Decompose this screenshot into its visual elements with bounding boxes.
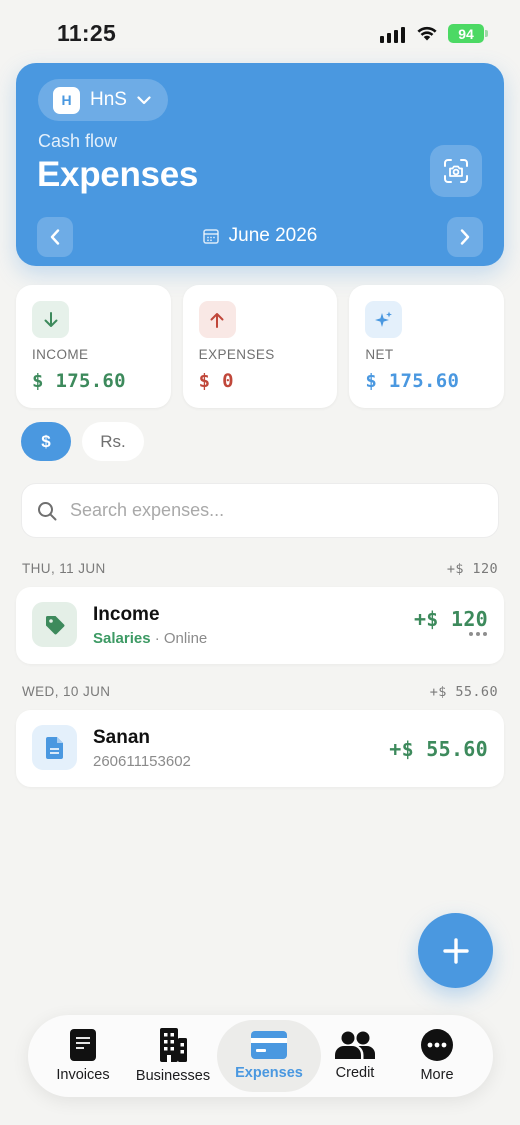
expenses-value: $ 0 (198, 370, 234, 392)
transaction-amount: +$ 55.60 (389, 737, 488, 761)
net-label: NET (365, 347, 394, 362)
arrow-down-icon (32, 301, 69, 338)
day-total: +$ 55.60 (429, 684, 498, 700)
chevron-down-icon (137, 95, 151, 104)
transaction-row[interactable]: Sanan 260611153602 +$ 55.60 (16, 710, 504, 787)
card-icon (251, 1031, 287, 1059)
business-name: HnS (90, 89, 127, 110)
transaction-method: Online (163, 630, 208, 647)
tag-icon (32, 602, 77, 647)
battery-level: 94 (458, 25, 474, 42)
calendar-icon (202, 229, 219, 244)
tab-label: Invoices (56, 1067, 110, 1083)
document-icon (32, 725, 77, 770)
transaction-amount: +$ 120 (413, 607, 488, 631)
sparkle-icon (365, 301, 403, 338)
people-icon (335, 1031, 375, 1059)
expenses-label: EXPENSES (198, 347, 275, 362)
arrow-up-icon (198, 301, 236, 338)
page-title: Expenses (37, 155, 199, 194)
net-value: $ 175.60 (365, 370, 460, 392)
summary-cards: INCOME $ 175.60 EXPENSES $ 0 NET $ 175.6… (16, 285, 505, 408)
tab-invoices[interactable]: Invoices (35, 1015, 131, 1097)
currency-chip-usd[interactable]: $ (21, 422, 71, 461)
bottom-tab-bar: Invoices Businesses Expenses Credit More (28, 1015, 493, 1097)
day-date: THU, 11 JUN (22, 561, 106, 576)
page-kicker: Cash flow (38, 131, 118, 151)
search-bar (21, 483, 499, 538)
transaction-row[interactable]: Income Salaries · Online +$ 120 (16, 587, 504, 664)
plus-icon (442, 937, 469, 964)
more-options-icon[interactable] (469, 632, 487, 636)
day-header: THU, 11 JUN +$ 120 (22, 561, 498, 577)
building-icon (160, 1028, 187, 1062)
add-expense-button[interactable] (418, 913, 493, 988)
status-bar: 11:25 94 (0, 0, 520, 62)
net-card[interactable]: NET $ 175.60 (349, 285, 505, 408)
chevron-right-icon (460, 229, 470, 245)
camera-scan-icon (444, 159, 468, 183)
tab-expenses[interactable]: Expenses (217, 1020, 321, 1092)
day-date: WED, 10 JUN (22, 684, 111, 699)
expenses-card[interactable]: EXPENSES $ 0 (182, 285, 338, 408)
battery-indicator: 94 (448, 24, 488, 43)
month-selector[interactable]: June 2026 (16, 225, 504, 247)
currency-chip-rs[interactable]: Rs. (82, 422, 144, 461)
day-header: WED, 10 JUN +$ 55.60 (22, 684, 498, 700)
income-card[interactable]: INCOME $ 175.60 (16, 285, 171, 408)
day-total: +$ 120 (446, 561, 498, 577)
tab-businesses[interactable]: Businesses (125, 1015, 221, 1097)
tab-label: Businesses (135, 1068, 211, 1084)
transaction-reference: 260611153602 (93, 753, 191, 770)
income-label: INCOME (32, 347, 89, 362)
tab-label: Credit (335, 1065, 375, 1081)
more-icon (421, 1029, 453, 1061)
status-time: 11:25 (57, 20, 117, 46)
month-label: June 2026 (228, 225, 318, 246)
tab-label: Expenses (235, 1065, 303, 1081)
income-value: $ 175.60 (32, 370, 126, 392)
invoice-icon (70, 1029, 96, 1061)
transaction-title: Income (93, 604, 160, 625)
wifi-icon (417, 26, 437, 41)
tab-more[interactable]: More (389, 1015, 485, 1097)
next-month-button[interactable] (447, 217, 483, 257)
cellular-signal-icon (380, 25, 405, 43)
tab-label: More (420, 1067, 454, 1083)
header-card: H HnS Cash flow Expenses June 2026 (16, 63, 504, 266)
currency-filter: $ Rs. (21, 422, 144, 461)
business-switcher[interactable]: H HnS (38, 79, 168, 121)
scan-receipt-button[interactable] (430, 145, 482, 197)
transaction-meta: Salaries · Online (93, 630, 207, 647)
search-input[interactable] (70, 500, 470, 521)
transaction-category: Salaries (93, 630, 151, 647)
meta-separator: · (154, 630, 160, 647)
business-avatar: H (53, 86, 80, 114)
transaction-title: Sanan (93, 727, 151, 748)
search-icon (38, 501, 57, 520)
